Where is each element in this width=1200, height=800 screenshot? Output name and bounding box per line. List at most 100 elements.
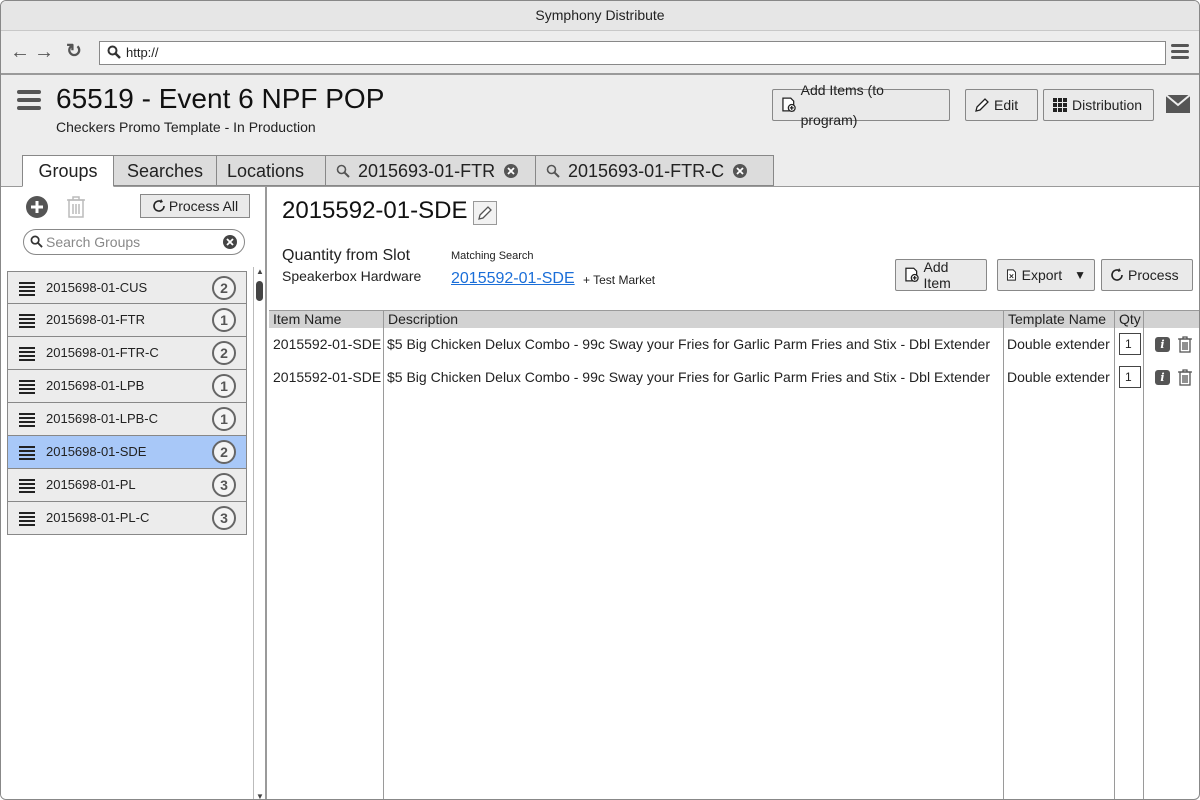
- cell-item-name: 2015592-01-SDE: [273, 369, 382, 385]
- edit-label: Edit: [994, 97, 1019, 113]
- qty-input[interactable]: 1: [1119, 366, 1141, 388]
- scroll-up-icon[interactable]: ▲: [255, 267, 265, 276]
- group-row-sde[interactable]: 2015698-01-SDE 2: [7, 436, 247, 469]
- add-document-icon: [905, 267, 919, 282]
- distribution-button[interactable]: Distribution: [1043, 89, 1154, 121]
- window-title: Symphony Distribute: [1, 1, 1199, 31]
- export-button[interactable]: Export ▼: [997, 259, 1095, 291]
- group-name: 2015698-01-PL: [46, 477, 136, 492]
- url-text: http://: [126, 45, 159, 60]
- group-name: 2015698-01-FTR-C: [46, 345, 159, 360]
- cell-template-name: Double extender: [1007, 369, 1110, 385]
- close-icon[interactable]: [732, 163, 748, 179]
- group-count-badge: 1: [212, 374, 236, 398]
- col-item-name[interactable]: Item Name: [269, 311, 341, 328]
- app-window: Symphony Distribute ← → ↻ http:// 65519 …: [0, 0, 1200, 800]
- process-all-label: Process All: [168, 198, 239, 214]
- close-icon[interactable]: [503, 163, 519, 179]
- add-item-button[interactable]: Add Item: [895, 259, 987, 291]
- table-row[interactable]: 2015592-01-SDE $5 Big Chicken Delux Comb…: [269, 329, 1199, 359]
- edit-title-button[interactable]: [473, 201, 497, 225]
- hardware-label: Speakerbox Hardware: [282, 268, 422, 284]
- drag-handle-icon[interactable]: [19, 479, 35, 495]
- page-header: 65519 - Event 6 NPF POP Checkers Promo T…: [1, 75, 1199, 187]
- scroll-thumb[interactable]: [256, 281, 263, 301]
- col-qty[interactable]: Qty: [1115, 311, 1141, 328]
- cell-description: $5 Big Chicken Delux Combo - 99c Sway yo…: [387, 336, 990, 352]
- add-circle-icon[interactable]: [25, 195, 49, 219]
- group-count-badge: 3: [212, 506, 236, 530]
- tab-groups[interactable]: Groups: [22, 155, 114, 187]
- group-row-lpb-c[interactable]: 2015698-01-LPB-C 1: [7, 403, 247, 436]
- browser-menu-icon[interactable]: [1171, 44, 1189, 62]
- group-name: 2015698-01-SDE: [46, 444, 147, 459]
- address-bar: ← → ↻ http://: [1, 31, 1199, 75]
- process-button[interactable]: Process: [1101, 259, 1193, 291]
- drag-handle-icon[interactable]: [19, 380, 35, 396]
- tab-search-ftr-c[interactable]: 2015693-01-FTR-C: [536, 155, 774, 186]
- back-arrow-icon[interactable]: ←: [10, 42, 30, 62]
- cell-description: $5 Big Chicken Delux Combo - 99c Sway yo…: [387, 369, 990, 385]
- group-list-scrollbar[interactable]: ▲ ▼: [253, 267, 265, 799]
- process-all-button[interactable]: Process All: [140, 194, 250, 218]
- group-row-ftr-c[interactable]: 2015698-01-FTR-C 2: [7, 337, 247, 370]
- group-count-badge: 1: [212, 407, 236, 431]
- group-name: 2015698-01-LPB-C: [46, 411, 159, 426]
- col-template-name[interactable]: Template Name: [1004, 311, 1106, 328]
- drag-handle-icon[interactable]: [19, 446, 35, 462]
- reload-icon[interactable]: ↻: [64, 42, 84, 62]
- group-list: 2015698-01-CUS 2 2015698-01-FTR 1 201569…: [7, 271, 247, 535]
- drag-handle-icon[interactable]: [19, 512, 35, 528]
- group-count-badge: 2: [212, 276, 236, 300]
- group-detail: 2015592-01-SDE Quantity from Slot Speake…: [269, 187, 1199, 799]
- scroll-down-icon[interactable]: ▼: [255, 792, 265, 799]
- group-row-pl-c[interactable]: 2015698-01-PL-C 3: [7, 502, 247, 535]
- refresh-icon: [153, 199, 165, 212]
- group-row-pl[interactable]: 2015698-01-PL 3: [7, 469, 247, 502]
- search-groups-input[interactable]: Search Groups: [23, 229, 245, 255]
- group-name: 2015698-01-FTR: [46, 312, 145, 327]
- trash-icon[interactable]: [1177, 369, 1193, 386]
- search-icon: [30, 235, 43, 248]
- trash-icon[interactable]: [64, 195, 88, 219]
- tab-search-ftr[interactable]: 2015693-01-FTR: [326, 155, 536, 186]
- detail-title: 2015592-01-SDE: [282, 197, 468, 224]
- excel-file-icon: [1006, 269, 1016, 281]
- matching-search-link[interactable]: 2015592-01-SDE: [451, 270, 575, 288]
- info-icon[interactable]: i: [1155, 370, 1170, 385]
- col-description[interactable]: Description: [384, 311, 458, 328]
- clear-search-icon[interactable]: [222, 234, 238, 250]
- menu-icon[interactable]: [17, 90, 41, 114]
- group-row-lpb[interactable]: 2015698-01-LPB 1: [7, 370, 247, 403]
- mail-icon[interactable]: [1165, 94, 1191, 114]
- add-items-button[interactable]: Add Items (to program): [772, 82, 950, 128]
- add-items-label: Add Items (to program): [800, 82, 884, 128]
- group-count-badge: 2: [212, 341, 236, 365]
- process-label: Process: [1128, 267, 1179, 283]
- info-icon[interactable]: i: [1155, 337, 1170, 352]
- edit-button[interactable]: Edit: [965, 89, 1038, 121]
- add-document-icon: [782, 97, 796, 112]
- drag-handle-icon[interactable]: [19, 347, 35, 363]
- drag-handle-icon[interactable]: [19, 282, 35, 298]
- group-row-cus[interactable]: 2015698-01-CUS 2: [7, 271, 247, 304]
- qty-input[interactable]: 1: [1119, 333, 1141, 355]
- table-row[interactable]: 2015592-01-SDE $5 Big Chicken Delux Comb…: [269, 362, 1199, 392]
- tab-search-ftr-label: 2015693-01-FTR: [358, 160, 496, 181]
- search-icon: [107, 45, 121, 59]
- forward-arrow-icon[interactable]: →: [34, 42, 54, 62]
- url-input[interactable]: http://: [99, 41, 1166, 65]
- cell-item-name: 2015592-01-SDE: [273, 336, 382, 352]
- quantity-from-slot: Quantity from Slot: [282, 247, 411, 264]
- tab-searches[interactable]: Searches: [114, 155, 217, 186]
- page-title: 65519 - Event 6 NPF POP: [56, 83, 385, 114]
- groups-panel: Process All Search Groups 2015698-01-CUS…: [1, 187, 267, 799]
- tab-locations[interactable]: Locations: [217, 155, 326, 186]
- export-label: Export: [1021, 267, 1063, 283]
- group-row-ftr[interactable]: 2015698-01-FTR 1: [7, 304, 247, 337]
- drag-handle-icon[interactable]: [19, 413, 35, 429]
- trash-icon[interactable]: [1177, 336, 1193, 353]
- groups-toolbar: Process All Search Groups: [1, 187, 265, 267]
- matching-search-label: Matching Search: [451, 250, 534, 262]
- drag-handle-icon[interactable]: [19, 314, 35, 330]
